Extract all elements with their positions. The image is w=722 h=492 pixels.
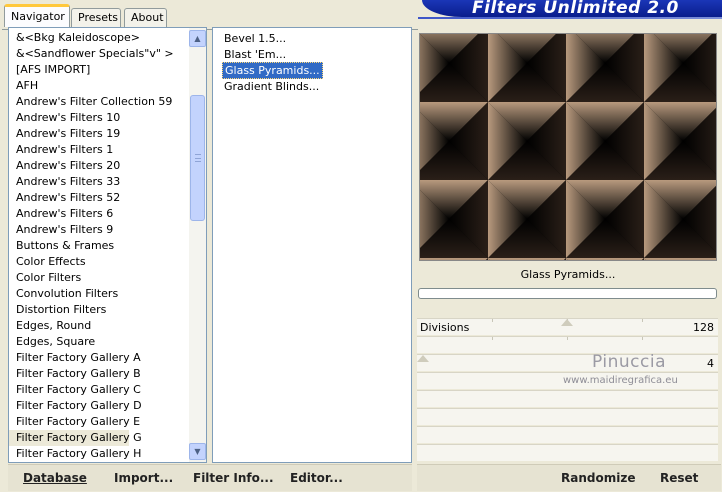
- category-item[interactable]: Filter Factory Gallery D: [9, 398, 189, 414]
- filter-preview: [419, 33, 717, 261]
- tab-navigator[interactable]: Navigator: [4, 4, 70, 27]
- filter-item-label: Gradient Blinds...: [224, 80, 320, 93]
- filter-item[interactable]: Gradient Blinds...: [213, 79, 409, 95]
- param-row-7[interactable]: [417, 426, 718, 443]
- category-item[interactable]: Edges, Round: [9, 318, 189, 334]
- pyramid-facet: [566, 258, 644, 260]
- tab-about[interactable]: About: [124, 8, 167, 27]
- banner-stripe: [418, 17, 722, 19]
- filter-list: Bevel 1.5... Blast 'Em... Glass Pyramids..…: [213, 31, 409, 95]
- filter-info-button[interactable]: Filter Info...: [193, 471, 274, 485]
- reset-button[interactable]: Reset: [660, 471, 698, 485]
- category-item[interactable]: Andrew's Filters 33: [9, 174, 189, 190]
- param-row-3[interactable]: 4: [417, 354, 718, 371]
- category-item[interactable]: AFH: [9, 78, 189, 94]
- category-item[interactable]: Buttons & Frames: [9, 238, 189, 254]
- filter-item[interactable]: Glass Pyramids...: [213, 62, 409, 79]
- slider-marker-icon[interactable]: [561, 319, 573, 326]
- category-item[interactable]: Filter Factory Gallery G: [9, 430, 142, 446]
- pyramid-facet: [420, 258, 488, 260]
- category-item[interactable]: Filter Factory Gallery A: [9, 350, 189, 366]
- scroll-down-button[interactable]: ▼: [189, 443, 206, 460]
- progress-bar: [418, 288, 717, 299]
- param-value: 4: [707, 357, 714, 370]
- category-item[interactable]: &<Sandflower Specials"v" >: [9, 46, 189, 62]
- grip-icon: [195, 154, 201, 162]
- category-item[interactable]: Andrew's Filters 9: [9, 222, 189, 238]
- filter-item[interactable]: Blast 'Em...: [213, 47, 409, 63]
- category-item[interactable]: Filter Factory Gallery B: [9, 366, 189, 382]
- category-item[interactable]: Andrew's Filters 10: [9, 110, 189, 126]
- filter-item-label: Blast 'Em...: [224, 48, 287, 61]
- category-item[interactable]: Distortion Filters: [9, 302, 189, 318]
- category-item[interactable]: Andrew's Filter Collection 59: [9, 94, 189, 110]
- category-item[interactable]: Convolution Filters: [9, 286, 189, 302]
- parameter-panel: Divisions 128 4: [417, 318, 718, 462]
- tab-presets[interactable]: Presets: [71, 8, 121, 27]
- category-item[interactable]: Edges, Square: [9, 334, 189, 350]
- tab-strip: Presets About Navigator: [2, 4, 422, 30]
- category-list: &<Bkg Kaleidoscope> &<Sandflower Specials…: [9, 30, 189, 462]
- filter-item-label: Glass Pyramids...: [222, 62, 323, 79]
- bottom-toolbar-right: Randomize Reset: [417, 464, 721, 491]
- category-item[interactable]: &<Bkg Kaleidoscope>: [9, 30, 189, 46]
- param-row-6[interactable]: [417, 408, 718, 425]
- bottom-toolbar-left: Database Import... Filter Info... Editor…: [8, 464, 412, 491]
- category-item[interactable]: Andrew's Filters 52: [9, 190, 189, 206]
- filter-item[interactable]: Bevel 1.5...: [213, 31, 409, 47]
- app-banner: Filters Unlimited 2.0: [422, 0, 722, 17]
- param-row-2[interactable]: [417, 336, 718, 353]
- category-item[interactable]: Andrew's Filters 1: [9, 142, 189, 158]
- watermark-name: Pinuccia: [592, 352, 666, 372]
- preview-label: Glass Pyramids...: [520, 268, 616, 281]
- filter-item-label: Bevel 1.5...: [224, 32, 287, 45]
- scroll-up-button[interactable]: ▲: [189, 30, 206, 47]
- category-item[interactable]: Andrew's Filters 6: [9, 206, 189, 222]
- preview-image: [420, 34, 716, 260]
- param-row-5[interactable]: [417, 390, 718, 407]
- category-scrollbar[interactable]: ▲ ▼: [189, 28, 206, 462]
- category-item[interactable]: Color Effects: [9, 254, 189, 270]
- import-button[interactable]: Import...: [114, 471, 173, 485]
- param-label: Divisions: [420, 321, 470, 334]
- filter-list-panel: Bevel 1.5... Blast 'Em... Glass Pyramids..…: [212, 27, 412, 463]
- category-item[interactable]: Color Filters: [9, 270, 189, 286]
- category-item[interactable]: Filter Factory Gallery E: [9, 414, 189, 430]
- database-button[interactable]: Database: [23, 471, 87, 485]
- category-item[interactable]: Filter Factory Gallery H: [9, 446, 189, 462]
- watermark-url: www.maidiregrafica.eu: [563, 375, 678, 386]
- param-value: 128: [693, 321, 714, 334]
- pyramid-facet: [644, 258, 716, 260]
- category-item[interactable]: Filter Factory Gallery C: [9, 382, 189, 398]
- category-list-panel: &<Bkg Kaleidoscope> &<Sandflower Specials…: [8, 27, 207, 463]
- param-divisions[interactable]: Divisions 128: [417, 318, 718, 335]
- scroll-thumb[interactable]: [190, 95, 205, 221]
- editor-button[interactable]: Editor...: [290, 471, 343, 485]
- randomize-button[interactable]: Randomize: [561, 471, 635, 485]
- category-item[interactable]: [AFS IMPORT]: [9, 62, 189, 78]
- slider-marker-icon[interactable]: [417, 355, 429, 362]
- param-row-8[interactable]: [417, 444, 718, 461]
- category-item[interactable]: Andrew's Filters 20: [9, 158, 189, 174]
- category-item[interactable]: Andrew's Filters 19: [9, 126, 189, 142]
- pyramid-facet: [488, 258, 566, 260]
- app-title: Filters Unlimited 2.0: [472, 0, 679, 17]
